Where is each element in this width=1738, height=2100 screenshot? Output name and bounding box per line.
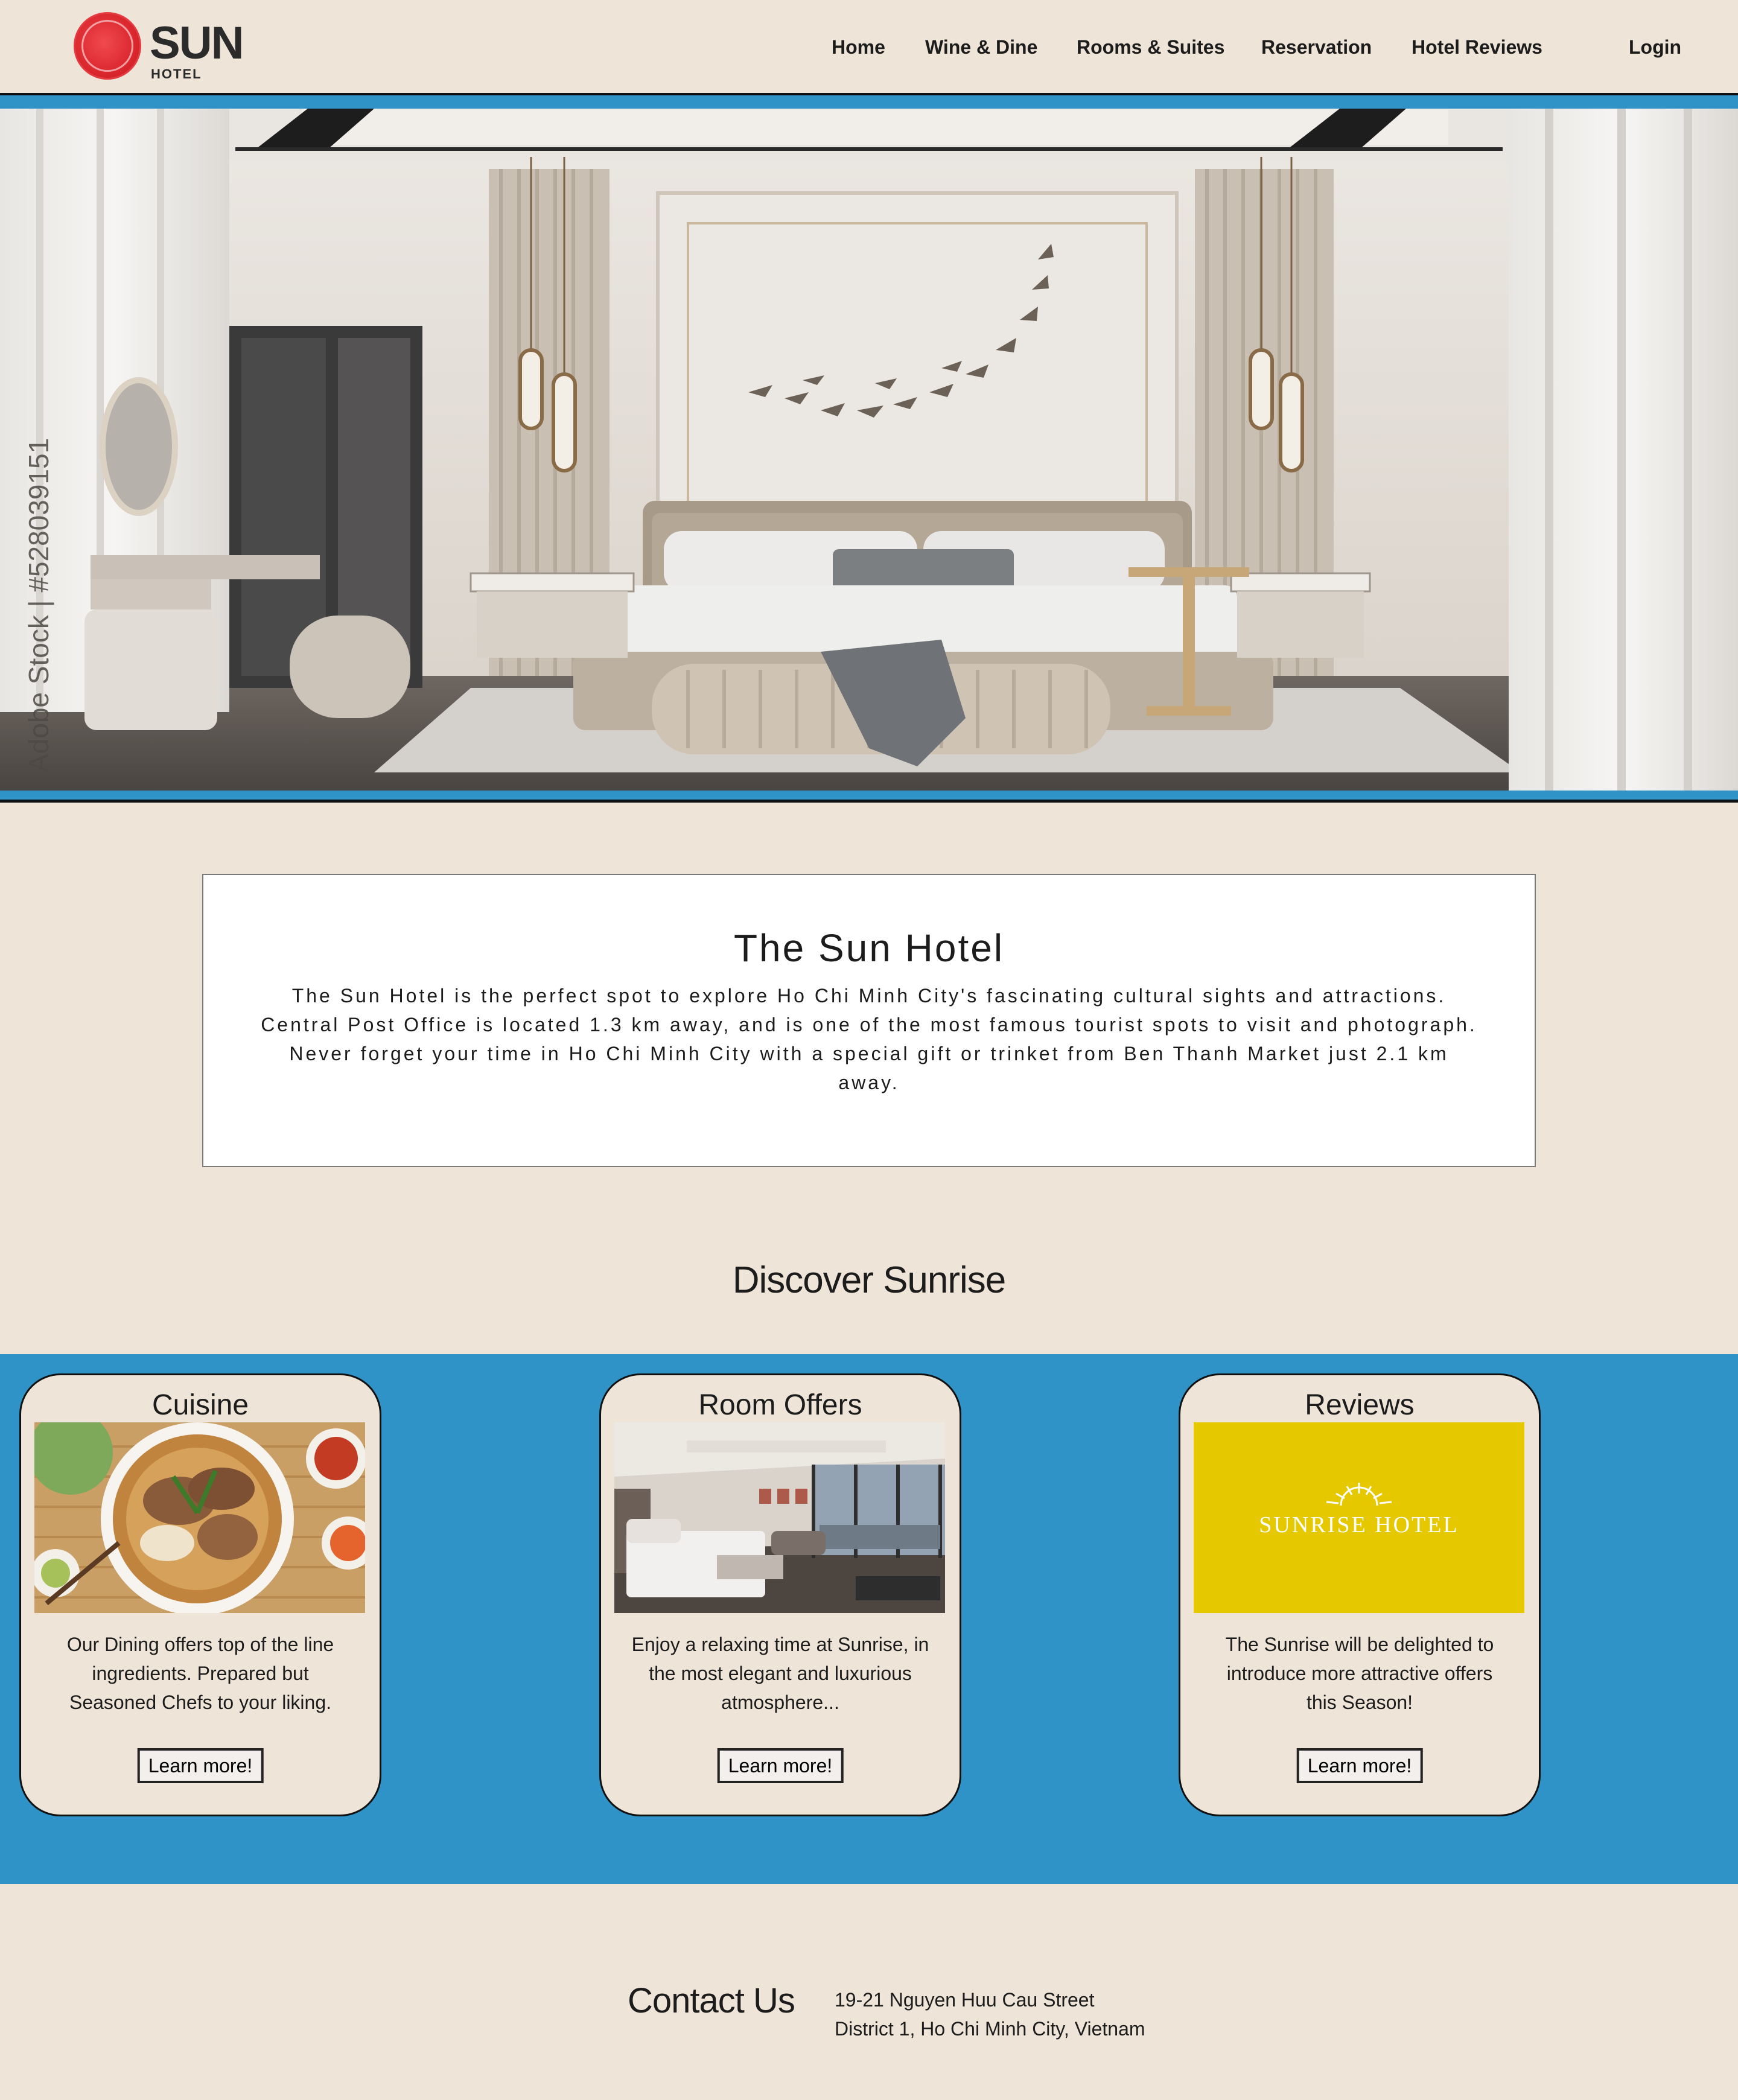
discover-title: Discover Sunrise (732, 1259, 1007, 1301)
sunrise-hotel-logo-image: SUNRISE HOTEL (1194, 1422, 1524, 1613)
contact-address: 19-21 Nguyen Huu Cau Street District 1, … (835, 1985, 1145, 2043)
learn-more-button-reviews[interactable]: Learn more! (1296, 1748, 1423, 1783)
hero-banner: Adobe Stock | #528039151 (0, 95, 1738, 803)
brand-tagline: HOTEL (151, 66, 202, 81)
hotel-room-image (614, 1422, 945, 1613)
brand-logo[interactable]: SUN HOTEL (74, 12, 255, 82)
contact-title: Contact Us (628, 1981, 795, 2020)
nav-home[interactable]: Home (832, 34, 885, 60)
card-title: Cuisine (151, 1389, 249, 1421)
site-header: SUN HOTEL Home Wine & Dine Rooms & Suite… (0, 0, 1738, 94)
brand-name: SUN (150, 18, 244, 69)
card-text: Enjoy a relaxing time at Sunrise, in the… (631, 1634, 929, 1713)
sun-logo-icon (74, 12, 141, 80)
learn-more-button-rooms[interactable]: Learn more! (717, 1748, 844, 1783)
card-title: Reviews (1305, 1389, 1415, 1421)
learn-more-button-cuisine[interactable]: Learn more! (137, 1748, 264, 1783)
intro-title: The Sun Hotel (733, 926, 1005, 970)
card-title: Room Offers (698, 1389, 862, 1421)
reviews-card: Reviews SUNRISE HOTEL The Sunrise will b… (1179, 1373, 1541, 1816)
hero-bedroom-image: Adobe Stock | #528039151 (0, 109, 1738, 791)
sunrise-logo-text: SUNRISE HOTEL (1259, 1512, 1459, 1538)
cuisine-card: Cuisine Our Dining offers top of the lin… (19, 1373, 381, 1816)
nav-wine-dine[interactable]: Wine & Dine (925, 34, 1037, 60)
nav-hotel-reviews[interactable]: Hotel Reviews (1412, 34, 1542, 60)
address-line-1: 19-21 Nguyen Huu Cau Street (835, 1989, 1095, 2011)
address-line-2: District 1, Ho Chi Minh City, Vietnam (835, 2018, 1145, 2040)
intro-card: The Sun Hotel The Sun Hotel is the perfe… (202, 874, 1536, 1167)
intro-body: The Sun Hotel is the perfect spot to exp… (261, 985, 1477, 1093)
discover-section: Cuisine Our Dining offers top of the lin… (0, 1354, 1738, 1884)
card-text: Our Dining offers top of the line ingred… (66, 1634, 334, 1713)
nav-rooms-suites[interactable]: Rooms & Suites (1077, 34, 1224, 60)
card-text: The Sunrise will be delighted to introdu… (1225, 1634, 1494, 1713)
pho-bowl-image (34, 1422, 365, 1613)
nav-login[interactable]: Login (1629, 34, 1681, 60)
nav-reservation[interactable]: Reservation (1261, 34, 1372, 60)
room-offers-card: Room Offers Enjoy a relaxing time at Sun… (599, 1373, 961, 1816)
svg-text:Adobe Stock | #528039151: Adobe Stock | #528039151 (23, 438, 54, 772)
